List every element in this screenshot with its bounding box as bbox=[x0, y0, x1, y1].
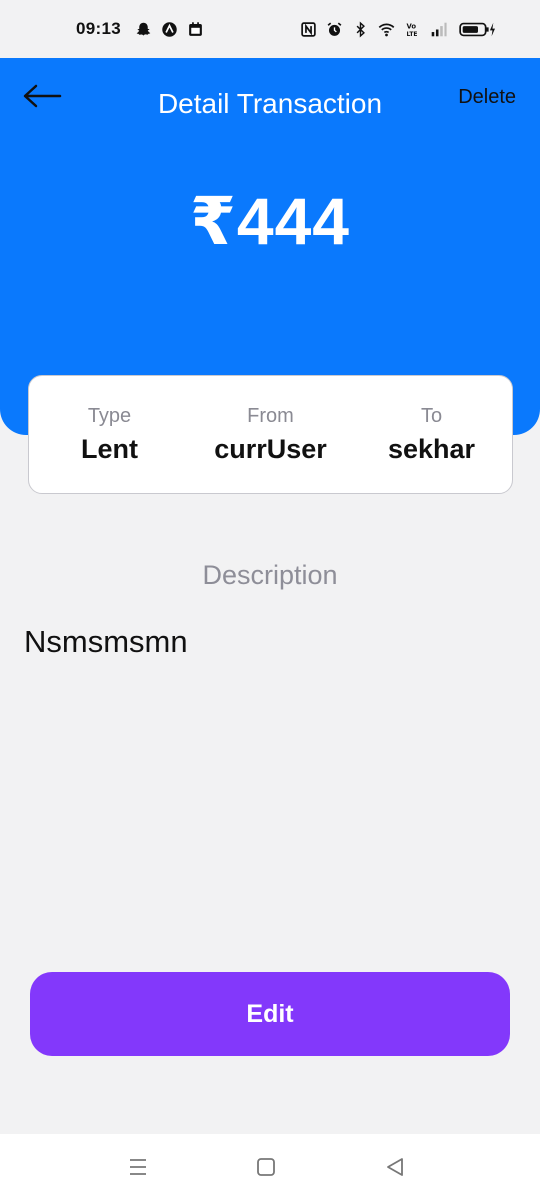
system-nav-bar bbox=[0, 1134, 540, 1200]
home-button[interactable] bbox=[251, 1152, 281, 1182]
delete-button[interactable]: Delete bbox=[458, 86, 516, 109]
menu-button[interactable] bbox=[123, 1152, 153, 1182]
wifi-icon bbox=[378, 21, 395, 38]
from-column: From currUser bbox=[190, 405, 351, 465]
svg-text:Vo: Vo bbox=[407, 22, 417, 30]
status-left-icons bbox=[135, 21, 204, 38]
volte-icon: Vo LTE bbox=[404, 21, 421, 38]
signal-icon bbox=[430, 21, 447, 38]
home-square-icon bbox=[257, 1158, 275, 1176]
calendar-app-icon bbox=[187, 21, 204, 38]
alarm-icon bbox=[326, 21, 343, 38]
type-value: Lent bbox=[81, 433, 138, 464]
back-nav-button[interactable] bbox=[380, 1152, 410, 1182]
arrow-app-icon bbox=[161, 21, 178, 38]
nfc-icon bbox=[300, 21, 317, 38]
from-label: From bbox=[247, 404, 294, 427]
status-bar: 09:13 Vo LTE bbox=[0, 0, 540, 58]
snapchat-icon bbox=[135, 21, 152, 38]
edit-button[interactable]: Edit bbox=[30, 972, 510, 1056]
description-label: Description bbox=[202, 560, 338, 590]
to-column: To sekhar bbox=[351, 405, 512, 465]
type-column: Type Lent bbox=[29, 405, 190, 465]
to-value: sekhar bbox=[387, 433, 476, 464]
battery-icon bbox=[456, 21, 500, 38]
status-time: 09:13 bbox=[76, 19, 121, 38]
type-label: Type bbox=[87, 404, 132, 427]
bluetooth-icon bbox=[352, 21, 369, 38]
status-right-icons: Vo LTE bbox=[300, 21, 500, 38]
from-value: currUser bbox=[214, 433, 327, 464]
svg-text:LTE: LTE bbox=[407, 30, 418, 37]
back-triangle-icon bbox=[387, 1158, 403, 1176]
to-label: To bbox=[420, 404, 443, 427]
transaction-info-card: Type Lent From currUser To sekhar bbox=[28, 375, 513, 494]
menu-icon bbox=[130, 1159, 146, 1175]
description-text: Nsmsmsmn bbox=[24, 624, 188, 659]
transaction-amount: ₹444 bbox=[189, 184, 351, 258]
